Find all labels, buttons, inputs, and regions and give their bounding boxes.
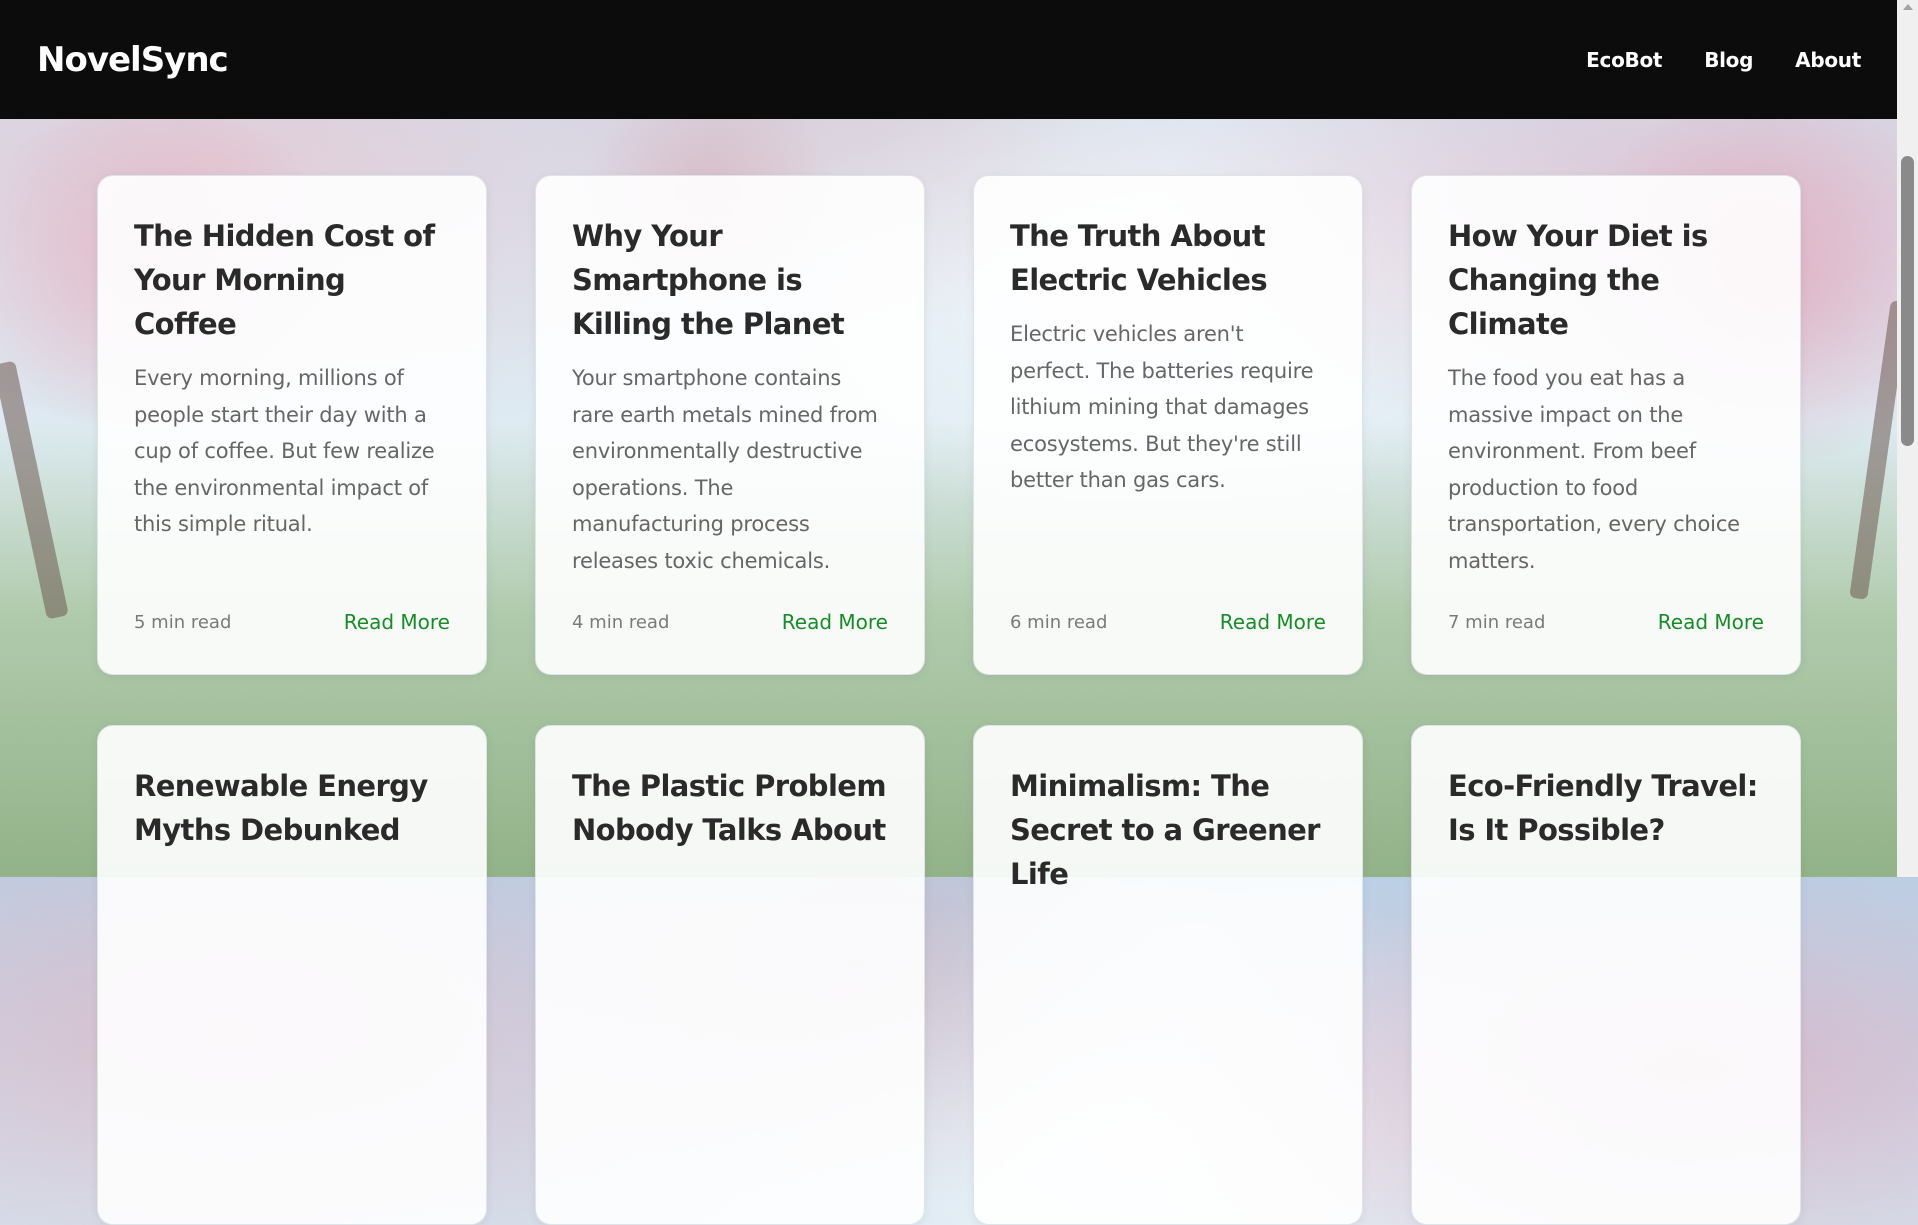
brand-logo[interactable]: NovelSync: [37, 40, 229, 80]
read-more-link[interactable]: Read More: [782, 610, 888, 634]
read-more-link[interactable]: Read More: [1658, 610, 1764, 634]
blog-card: The Truth About Electric Vehicles Electr…: [973, 175, 1363, 675]
card-title[interactable]: How Your Diet is Changing the Climate: [1448, 214, 1764, 346]
main-nav: EcoBot Blog About: [1544, 48, 1861, 72]
top-navbar: NovelSync EcoBot Blog About: [0, 0, 1897, 119]
card-title[interactable]: The Plastic Problem Nobody Talks About: [572, 764, 888, 852]
tree-trunk-decoration: [0, 360, 69, 620]
nav-link-about[interactable]: About: [1795, 48, 1861, 72]
read-more-link[interactable]: Read More: [1220, 610, 1326, 634]
read-time: 4 min read: [572, 611, 670, 633]
card-excerpt: Electric vehicles aren't perfect. The ba…: [1010, 322, 1314, 492]
card-title[interactable]: The Hidden Cost of Your Morning Coffee: [134, 214, 450, 346]
card-title[interactable]: Renewable Energy Myths Debunked: [134, 764, 450, 852]
card-title[interactable]: Eco-Friendly Travel: Is It Possible?: [1448, 764, 1764, 852]
blog-post-grid: The Hidden Cost of Your Morning Coffee E…: [97, 175, 1801, 1225]
nav-link-ecobot[interactable]: EcoBot: [1586, 48, 1662, 72]
blog-card: Eco-Friendly Travel: Is It Possible?: [1411, 725, 1801, 1225]
card-excerpt: The food you eat has a massive impact on…: [1448, 366, 1740, 573]
card-footer: 7 min read Read More: [1448, 610, 1764, 634]
blog-card: Why Your Smartphone is Killing the Plane…: [535, 175, 925, 675]
card-footer: 4 min read Read More: [572, 610, 888, 634]
read-time: 6 min read: [1010, 611, 1108, 633]
blog-card: Renewable Energy Myths Debunked: [97, 725, 487, 1225]
card-title[interactable]: Minimalism: The Secret to a Greener Life: [1010, 764, 1326, 896]
nav-link-blog[interactable]: Blog: [1704, 48, 1753, 72]
card-footer: 5 min read Read More: [134, 610, 450, 634]
card-title[interactable]: Why Your Smartphone is Killing the Plane…: [572, 214, 888, 346]
blog-card: Minimalism: The Secret to a Greener Life: [973, 725, 1363, 1225]
card-excerpt: Every morning, millions of people start …: [134, 366, 435, 536]
scroll-up-arrow-icon[interactable]: [1903, 4, 1913, 10]
blog-card: The Plastic Problem Nobody Talks About: [535, 725, 925, 1225]
read-time: 7 min read: [1448, 611, 1546, 633]
vertical-scrollbar[interactable]: [1897, 0, 1918, 877]
read-more-link[interactable]: Read More: [344, 610, 450, 634]
card-footer: 6 min read Read More: [1010, 610, 1326, 634]
card-excerpt: Your smartphone contains rare earth meta…: [572, 366, 878, 573]
blog-card: How Your Diet is Changing the Climate Th…: [1411, 175, 1801, 675]
read-time: 5 min read: [134, 611, 232, 633]
scrollbar-thumb[interactable]: [1901, 156, 1914, 446]
blog-card: The Hidden Cost of Your Morning Coffee E…: [97, 175, 487, 675]
card-title[interactable]: The Truth About Electric Vehicles: [1010, 214, 1326, 302]
